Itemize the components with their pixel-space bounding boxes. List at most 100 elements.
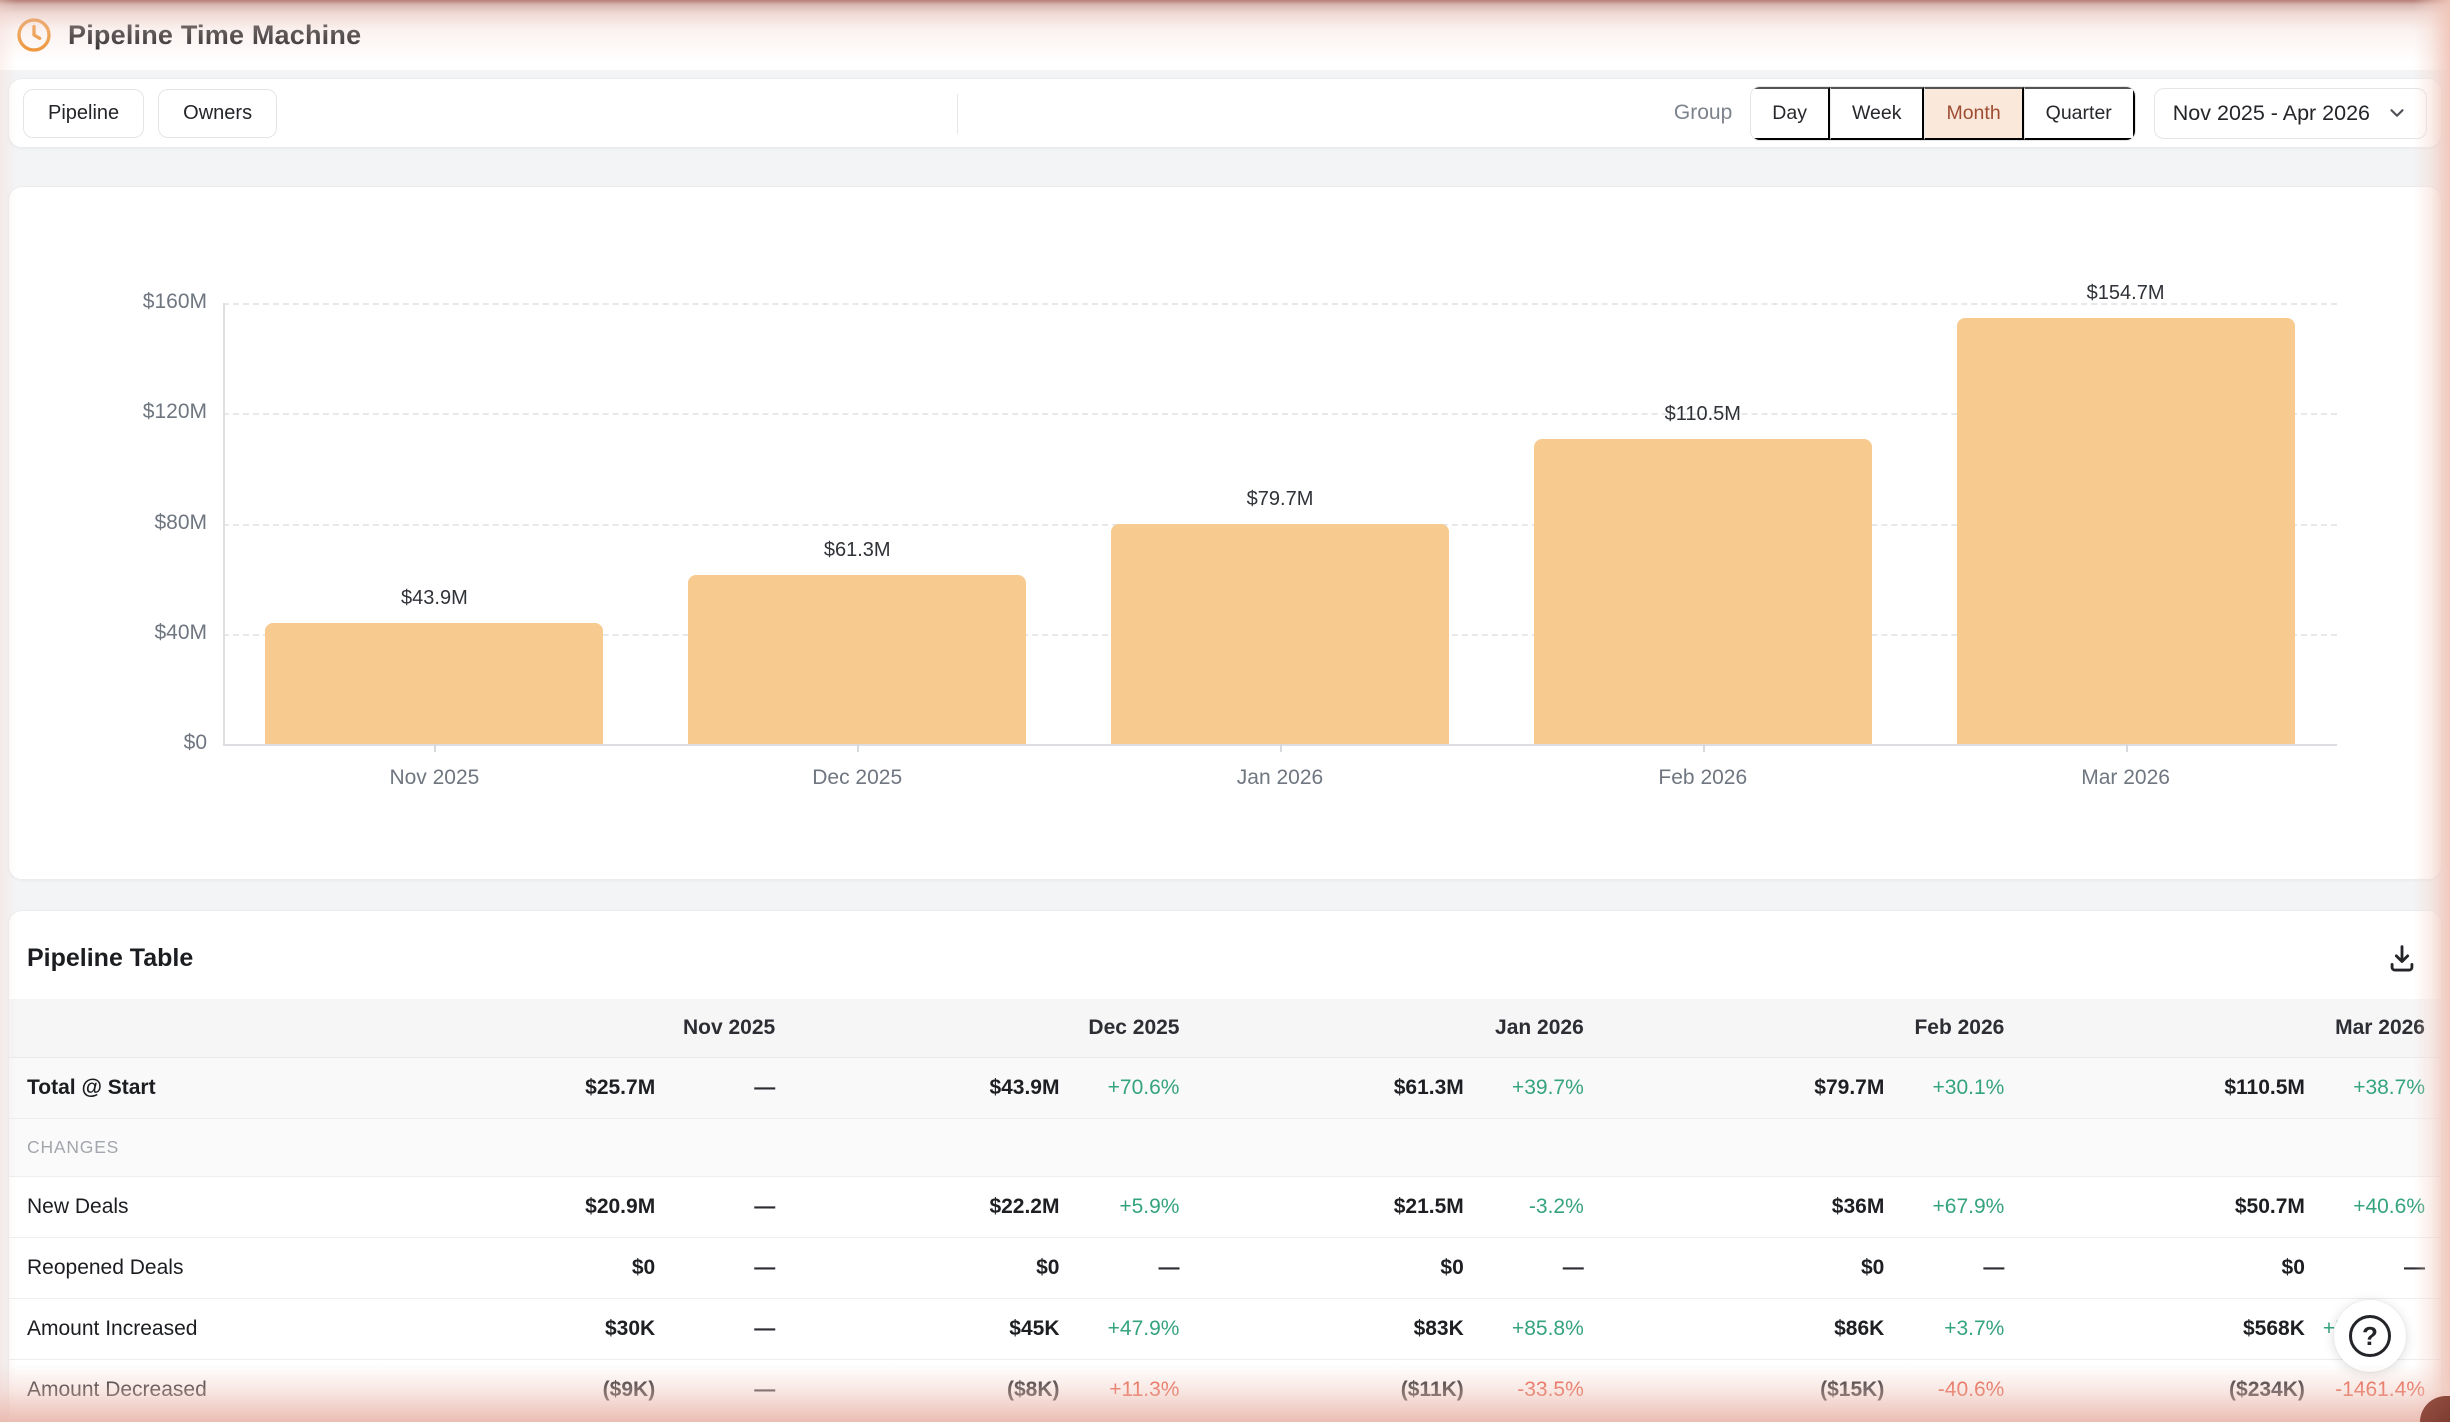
x-axis-tick (2126, 744, 2128, 752)
x-axis-tick (434, 744, 436, 752)
cell-value: $568K (2020, 1298, 2313, 1359)
cell-value: $36M (1600, 1176, 1893, 1237)
tab-owners[interactable]: Owners (158, 89, 277, 138)
table-row: New Deals$20.9M—$22.2M+5.9%$21.5M-3.2%$3… (9, 1176, 2441, 1237)
group-option-day[interactable]: Day (1751, 87, 1830, 140)
bar-value-label: $154.7M (1976, 282, 2276, 305)
pipeline-table: Nov 2025Dec 2025Jan 2026Feb 2026Mar 2026… (9, 999, 2441, 1421)
toolbar-divider (957, 94, 958, 134)
help-button[interactable]: ? (2334, 1300, 2406, 1372)
section-row: CHANGES (9, 1118, 2441, 1176)
app-header: Pipeline Time Machine (0, 0, 2450, 70)
cell-percent: +85.8% (1472, 1298, 1600, 1359)
cell-percent: — (1067, 1237, 1195, 1298)
cell-percent: +40.6% (2313, 1176, 2441, 1237)
cell-value: $21.5M (1195, 1176, 1471, 1237)
row-label: Amount Decreased (9, 1359, 387, 1420)
cell-percent: +70.6% (1067, 1057, 1195, 1118)
download-button[interactable] (2385, 941, 2419, 975)
x-axis-label: Jan 2026 (1130, 766, 1430, 790)
column-header-feb-2026: Feb 2026 (1600, 999, 2021, 1057)
group-option-month[interactable]: Month (1924, 87, 2023, 140)
cell-percent: — (663, 1057, 791, 1118)
view-tabs: Pipeline Owners (23, 89, 277, 138)
cell-value: $25.7M (387, 1057, 663, 1118)
bar-value-label: $43.9M (284, 587, 584, 610)
x-axis-label: Mar 2026 (1976, 766, 2276, 790)
table-head: Pipeline Table (9, 911, 2441, 999)
cell-value: $110.5M (2020, 1057, 2313, 1118)
table-row: Reopened Deals$0—$0—$0—$0—$0— (9, 1237, 2441, 1298)
bar-value-label: $110.5M (1553, 403, 1853, 426)
table-header-row: Nov 2025Dec 2025Jan 2026Feb 2026Mar 2026 (9, 999, 2441, 1057)
group-option-quarter[interactable]: Quarter (2024, 87, 2135, 140)
table-row: Amount Decreased($9K)—($8K)+11.3%($11K)-… (9, 1359, 2441, 1420)
row-label: Amount Increased (9, 1298, 387, 1359)
bar-dec-2025[interactable] (688, 575, 1026, 744)
bar-value-label: $79.7M (1130, 488, 1430, 511)
cell-value: ($234K) (2020, 1359, 2313, 1420)
cell-value: $0 (387, 1237, 663, 1298)
bar-feb-2026[interactable] (1534, 439, 1872, 744)
cell-percent: -40.6% (1892, 1359, 2020, 1420)
group-segmented-control: DayWeekMonthQuarter (1750, 86, 2136, 141)
cell-value: $83K (1195, 1298, 1471, 1359)
cell-percent: +47.9% (1067, 1298, 1195, 1359)
y-axis-label: $120M (67, 400, 207, 424)
x-axis-tick (1703, 744, 1705, 752)
cell-value: ($8K) (791, 1359, 1067, 1420)
column-header-dec-2025: Dec 2025 (791, 999, 1195, 1057)
cell-value: $0 (791, 1237, 1067, 1298)
cell-percent: +38.7% (2313, 1057, 2441, 1118)
cell-percent: +67.9% (1892, 1176, 2020, 1237)
group-option-week[interactable]: Week (1830, 87, 1925, 140)
cell-percent: +11.3% (1067, 1359, 1195, 1420)
cell-value: $79.7M (1600, 1057, 1893, 1118)
toolbar-right: Group DayWeekMonthQuarter Nov 2025 - Apr… (1674, 86, 2427, 141)
cell-percent: +3.7% (1892, 1298, 2020, 1359)
pipeline-bar-chart: $0$40M$80M$120M$160M$43.9MNov 2025$61.3M… (8, 186, 2442, 880)
cell-percent: — (1472, 1237, 1600, 1298)
table-row: Amount Increased$30K—$45K+47.9%$83K+85.8… (9, 1298, 2441, 1359)
bar-jan-2026[interactable] (1111, 524, 1449, 744)
cell-value: $50.7M (2020, 1176, 2313, 1237)
chevron-down-icon (2386, 102, 2408, 124)
y-axis-label: $0 (67, 731, 207, 755)
cell-percent: — (2313, 1237, 2441, 1298)
section-label: CHANGES (9, 1118, 2441, 1176)
pipeline-table-card: Pipeline Table Nov 2025Dec 2025Jan 2026F… (8, 910, 2442, 1422)
tab-pipeline[interactable]: Pipeline (23, 89, 144, 138)
cell-percent: -33.5% (1472, 1359, 1600, 1420)
cell-percent: — (663, 1298, 791, 1359)
date-range-value: Nov 2025 - Apr 2026 (2173, 101, 2370, 126)
cell-value: ($11K) (1195, 1359, 1471, 1420)
cell-value: $0 (2020, 1237, 2313, 1298)
cell-value: ($15K) (1600, 1359, 1893, 1420)
group-label: Group (1674, 101, 1732, 125)
cell-percent: — (663, 1176, 791, 1237)
cell-value: $45K (791, 1298, 1067, 1359)
clock-icon (14, 15, 54, 55)
x-axis-tick (1280, 744, 1282, 752)
cell-value: $0 (1195, 1237, 1471, 1298)
cell-value: $22.2M (791, 1176, 1067, 1237)
y-axis-line (223, 303, 225, 744)
table-row: Total @ Start$25.7M—$43.9M+70.6%$61.3M+3… (9, 1057, 2441, 1118)
cell-percent: — (1892, 1237, 2020, 1298)
x-axis-tick (857, 744, 859, 752)
x-axis-label: Dec 2025 (707, 766, 1007, 790)
table-header-spacer (9, 999, 387, 1057)
date-range-dropdown[interactable]: Nov 2025 - Apr 2026 (2154, 88, 2427, 139)
toolbar: Pipeline Owners Group DayWeekMonthQuarter… (8, 78, 2442, 148)
cell-percent: +30.1% (1892, 1057, 2020, 1118)
column-header-nov-2025: Nov 2025 (387, 999, 791, 1057)
cell-value: $86K (1600, 1298, 1893, 1359)
cell-percent: -3.2% (1472, 1176, 1600, 1237)
page-title: Pipeline Time Machine (68, 20, 361, 51)
bar-mar-2026[interactable] (1957, 318, 2295, 744)
column-header-mar-2026: Mar 2026 (2020, 999, 2441, 1057)
row-label: Reopened Deals (9, 1237, 387, 1298)
cell-value: ($9K) (387, 1359, 663, 1420)
cell-value: $61.3M (1195, 1057, 1471, 1118)
bar-nov-2025[interactable] (265, 623, 603, 744)
